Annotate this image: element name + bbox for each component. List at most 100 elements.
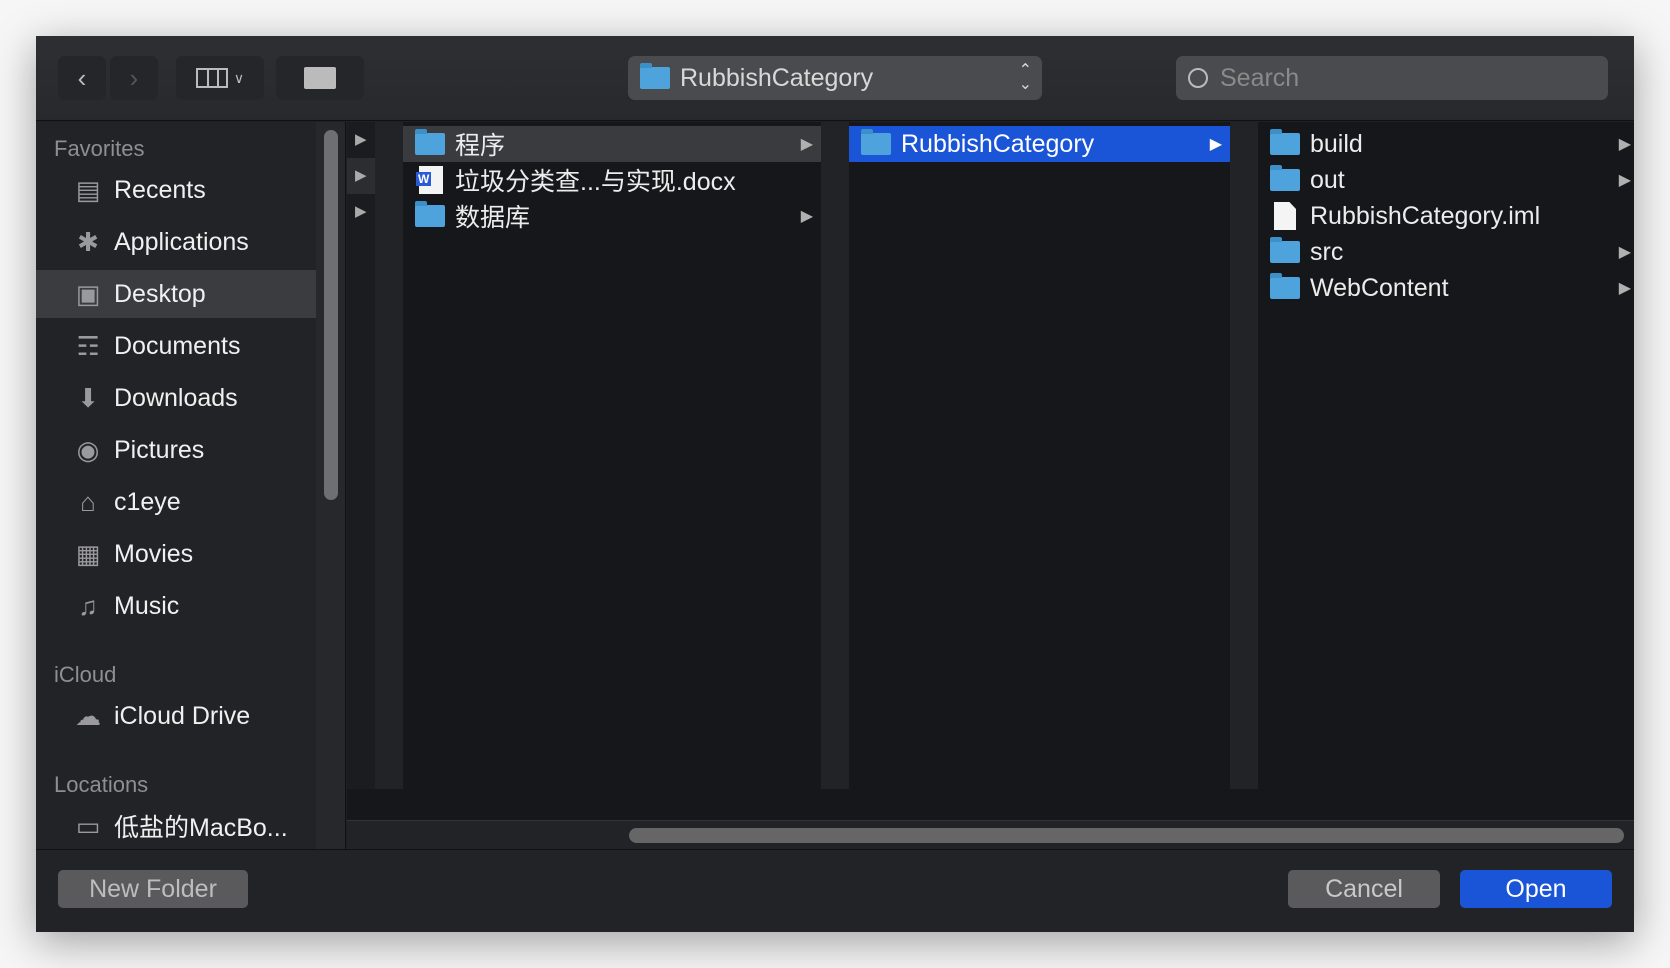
sidebar-item-documents[interactable]: ☶ Documents xyxy=(36,322,316,370)
folder-icon xyxy=(1270,237,1300,263)
file-name: out xyxy=(1310,165,1345,194)
sidebar-item-label: Downloads xyxy=(114,383,238,412)
desktop-icon: ▣ xyxy=(75,278,101,309)
file-row[interactable]: WebContent ▶ xyxy=(1258,270,1634,306)
triangle-right-icon: ▶ xyxy=(355,131,367,148)
column-resize-handle[interactable] xyxy=(1230,122,1258,789)
search-icon xyxy=(1188,68,1208,88)
collapsed-column: ▶ ▶ ▶ xyxy=(347,122,375,789)
sidebar-item-applications[interactable]: ✱ Applications xyxy=(36,218,316,266)
triangle-right-icon: ▶ xyxy=(355,167,367,184)
chevron-right-icon: › xyxy=(129,62,139,93)
sidebar-item-label: Music xyxy=(114,591,180,620)
search-placeholder: Search xyxy=(1220,63,1300,92)
sidebar-item-label: Documents xyxy=(114,331,241,360)
file-name: RubbishCategory.iml xyxy=(1310,201,1541,230)
scrollbar-thumb[interactable] xyxy=(324,130,338,500)
applications-icon: ✱ xyxy=(77,226,99,257)
file-row[interactable]: 程序 ▶ xyxy=(403,126,821,162)
triangle-right-icon: ▶ xyxy=(1618,172,1631,189)
file-row[interactable]: RubbishCategory.iml xyxy=(1258,198,1634,234)
sidebar-item-label: 低盐的MacBo... xyxy=(114,814,288,842)
browser-column: build ▶ out ▶ RubbishCategory.iml src ▶ WebCont… xyxy=(1258,122,1634,825)
sidebar-item-movies[interactable]: ▦ Movies xyxy=(36,530,316,578)
sidebar-item-laptop[interactable]: ▭ 低盐的MacBo... xyxy=(36,802,316,850)
downloads-icon: ⬇ xyxy=(77,382,99,413)
cancel-button[interactable]: Cancel xyxy=(1288,870,1440,908)
sidebar-item-desktop[interactable]: ▣ Desktop xyxy=(36,270,316,318)
view-mode-button[interactable]: ∨ xyxy=(176,56,264,100)
file-row[interactable]: src ▶ xyxy=(1258,234,1634,270)
sidebar-item-label: iCloud Drive xyxy=(114,701,251,730)
sidebar-item-label: Recents xyxy=(114,175,206,204)
file-row[interactable]: 数据库 ▶ xyxy=(403,198,821,234)
browser-column: RubbishCategory ▶ xyxy=(849,122,1230,825)
sidebar-section-header: Locations xyxy=(54,772,149,797)
up-down-chevron-icon: ⌃ ⌄ xyxy=(1018,62,1032,93)
open-dialog: ‹ › ∨ RubbishCategory ⌃ ⌄ Search Favorite… xyxy=(36,36,1634,932)
pictures-icon: ◉ xyxy=(76,434,100,465)
file-name: 程序 xyxy=(455,132,506,160)
folder-icon xyxy=(1270,165,1300,191)
toolbar: ‹ › ∨ RubbishCategory ⌃ ⌄ Search xyxy=(36,36,1634,121)
folder-icon xyxy=(415,201,445,227)
sidebar-item-pictures[interactable]: ◉ Pictures xyxy=(36,426,316,474)
file-icon xyxy=(1274,202,1296,230)
laptop-icon: ▭ xyxy=(75,810,101,841)
file-row[interactable]: W 垃圾分类查...与实现.docx xyxy=(403,162,821,198)
sidebar-item-label: Pictures xyxy=(114,435,205,464)
file-name: src xyxy=(1310,237,1344,266)
new-folder-button[interactable]: New Folder xyxy=(58,870,248,908)
scrollbar-thumb[interactable] xyxy=(629,828,1624,843)
folder-icon xyxy=(1270,273,1300,299)
file-name: RubbishCategory xyxy=(901,129,1095,158)
triangle-right-icon: ▶ xyxy=(800,208,813,225)
sidebar-item-recents[interactable]: ▤ Recents xyxy=(36,166,316,214)
file-row[interactable]: out ▶ xyxy=(1258,162,1634,198)
sidebar-item-label: Movies xyxy=(114,539,194,568)
footer: New Folder Cancel Open xyxy=(36,849,1634,932)
home-icon: ⌂ xyxy=(80,486,96,517)
sidebar-scrollbar[interactable] xyxy=(316,122,346,849)
file-row[interactable]: build ▶ xyxy=(1258,126,1634,162)
cloud-icon: ☁ xyxy=(75,700,101,731)
chevron-down-icon: ∨ xyxy=(233,69,245,86)
folder-icon xyxy=(640,63,670,89)
triangle-right-icon: ▶ xyxy=(800,136,813,153)
word-document-icon: W xyxy=(416,166,443,194)
sidebar-item-label: c1eye xyxy=(114,487,181,516)
triangle-right-icon: ▶ xyxy=(355,203,367,220)
search-input[interactable]: Search xyxy=(1176,56,1608,100)
file-row[interactable]: RubbishCategory ▶ xyxy=(849,126,1230,162)
recents-icon: ▤ xyxy=(75,174,101,205)
sidebar-item-label: Applications xyxy=(114,227,249,256)
sidebar-section-header: iCloud xyxy=(54,662,117,687)
folder-plus-icon xyxy=(304,67,336,89)
path-popup[interactable]: RubbishCategory ⌃ ⌄ xyxy=(628,56,1042,100)
folder-icon xyxy=(415,129,445,155)
folder-icon xyxy=(1270,129,1300,155)
new-folder-toolbar-button[interactable] xyxy=(276,56,364,100)
file-name: WebContent xyxy=(1310,273,1449,302)
sidebar-item-label: Desktop xyxy=(114,279,206,308)
sidebar-item-home[interactable]: ⌂ c1eye xyxy=(36,478,316,526)
column-resize-handle[interactable] xyxy=(375,122,403,789)
sidebar-item-cloud[interactable]: ☁ iCloud Drive xyxy=(36,692,316,740)
triangle-right-icon: ▶ xyxy=(1209,136,1222,153)
sidebar-item-music[interactable]: ♫ Music xyxy=(36,582,316,630)
browser-column: 程序 ▶ W 垃圾分类查...与实现.docx 数据库 ▶ xyxy=(403,122,821,825)
open-button[interactable]: Open xyxy=(1460,870,1612,908)
file-name: 垃圾分类查...与实现.docx xyxy=(455,168,736,196)
triangle-right-icon: ▶ xyxy=(1618,136,1631,153)
documents-icon: ☶ xyxy=(76,330,100,361)
chevron-left-icon: ‹ xyxy=(77,62,87,93)
movies-icon: ▦ xyxy=(75,538,101,569)
file-name: build xyxy=(1310,129,1363,158)
horizontal-scrollbar[interactable] xyxy=(347,820,1634,849)
sidebar-item-downloads[interactable]: ⬇ Downloads xyxy=(36,374,316,422)
column-resize-handle[interactable] xyxy=(821,122,849,789)
back-button[interactable]: ‹ xyxy=(58,56,106,100)
forward-button[interactable]: › xyxy=(110,56,158,100)
sidebar-section-header: Favorites xyxy=(54,136,145,161)
sidebar: Favorites ▤ Recents ✱ Applications ▣ Desktop ☶ D… xyxy=(36,122,316,849)
